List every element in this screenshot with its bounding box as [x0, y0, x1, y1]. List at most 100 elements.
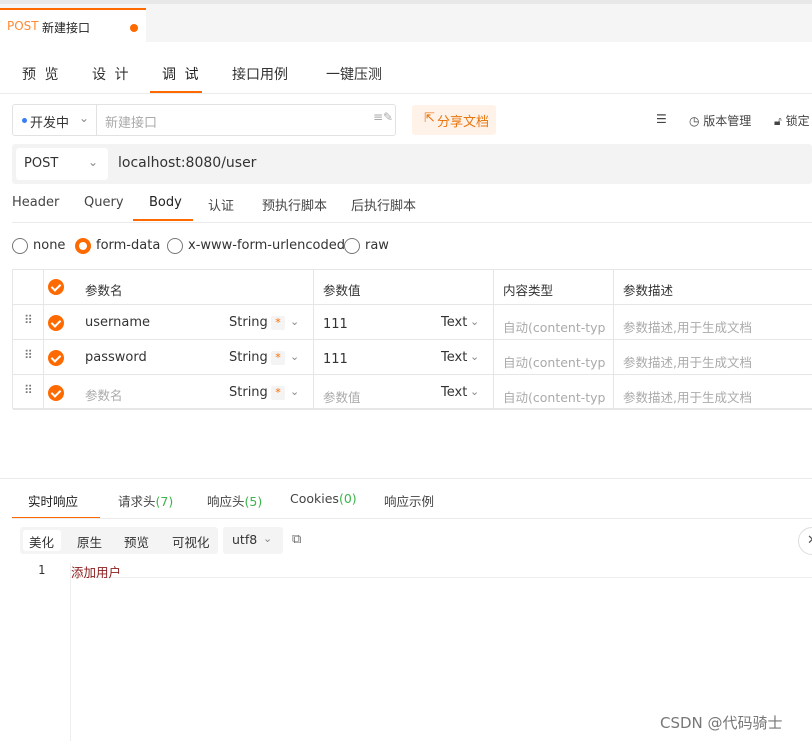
top-tab-bar: POST 新建接口 [0, 0, 812, 46]
divider [12, 518, 812, 519]
tab-preview[interactable]: 预 览 [22, 64, 60, 84]
tab-body[interactable]: Body [149, 195, 182, 210]
chevron-down-icon[interactable]: ⌄ [290, 350, 299, 363]
radio-label: none [33, 238, 66, 253]
close-button[interactable]: ✕ [798, 527, 812, 555]
radio-label: form-data [96, 238, 161, 253]
tab-request-headers[interactable]: 请求头(7) [118, 491, 173, 510]
tab-cookies[interactable]: Cookies(0) [290, 491, 357, 506]
view-raw[interactable]: 原生 [77, 532, 102, 551]
view-mode-segment: 美化 原生 预览 可视化 [20, 527, 218, 554]
radio-circle [12, 238, 28, 254]
params-table: 参数名 参数值 内容类型 参数描述 ⠿ username String * ⌄ … [12, 269, 812, 410]
tab-realtime-response[interactable]: 实时响应 [28, 491, 78, 510]
encoding-select[interactable]: utf8 ⌄ [223, 527, 283, 554]
request-tab[interactable]: POST 新建接口 [0, 8, 146, 46]
tab-response-example[interactable]: 响应示例 [384, 491, 434, 510]
method-select[interactable]: POST ⌄ [16, 148, 108, 180]
tab-test-cases[interactable]: 接口用例 [232, 64, 288, 84]
lock-label: 锁定 [785, 114, 810, 128]
required-toggle[interactable]: * [271, 386, 285, 400]
tab-label: Cookies [290, 491, 339, 506]
edit-list-icon[interactable]: ≡✎ [373, 110, 393, 124]
field-type-select[interactable]: Text [441, 315, 467, 330]
history-icon: ◷ [689, 114, 704, 128]
chevron-down-icon: ⌄ [263, 532, 273, 545]
table-header: 参数名 参数值 内容类型 参数描述 [13, 270, 812, 305]
tab-stress-test[interactable]: 一键压测 [326, 64, 382, 84]
lock-button[interactable]: 🔓︎ 锁定 [774, 112, 810, 129]
tab-pre-script[interactable]: 预执行脚本 [262, 195, 327, 214]
content-type-input[interactable]: 自动(content-typ [503, 352, 605, 371]
required-toggle[interactable]: * [271, 316, 285, 330]
radio-circle [75, 238, 91, 254]
row-checkbox[interactable] [48, 385, 64, 401]
param-name-input[interactable]: password [85, 350, 147, 365]
select-all-checkbox[interactable] [48, 279, 64, 295]
tab-auth[interactable]: 认证 [208, 195, 234, 214]
api-name-input[interactable]: 新建接口 [105, 112, 157, 131]
param-value-input[interactable]: 参数值 [323, 387, 361, 406]
row-checkbox[interactable] [48, 350, 64, 366]
view-beautify[interactable]: 美化 [29, 532, 54, 551]
table-row: ⠿ 参数名 String * ⌄ 参数值 Text ⌄ 自动(content-t… [13, 375, 812, 410]
count-badge: (5) [244, 494, 263, 509]
drag-handle-icon[interactable]: ⠿ [24, 383, 33, 397]
share-doc-label: 分享文档 [437, 115, 490, 130]
editor-border [70, 577, 812, 578]
env-select[interactable]: 开发中 ⌄ [13, 105, 97, 135]
drag-handle-icon[interactable]: ⠿ [24, 348, 33, 362]
field-type-select[interactable]: Text [441, 350, 467, 365]
param-type-select[interactable]: String [229, 315, 268, 330]
request-tab-method: POST [7, 19, 39, 33]
lock-icon: 🔓︎ [774, 114, 786, 128]
unsaved-dot-icon [130, 24, 138, 32]
tab-label: 响应头 [207, 494, 245, 509]
content-type-input[interactable]: 自动(content-typ [503, 387, 605, 406]
required-toggle[interactable]: * [271, 351, 285, 365]
tab-post-script[interactable]: 后执行脚本 [351, 195, 416, 214]
view-preview[interactable]: 预览 [124, 532, 149, 551]
param-name-input[interactable]: username [85, 315, 150, 330]
param-desc-input[interactable]: 参数描述,用于生成文档 [623, 387, 752, 406]
table-row: ⠿ username String * ⌄ 111 Text ⌄ 自动(cont… [13, 305, 812, 340]
param-desc-input[interactable]: 参数描述,用于生成文档 [623, 317, 752, 336]
param-value-input[interactable]: 111 [323, 317, 348, 332]
chevron-down-icon[interactable]: ⌄ [470, 350, 479, 363]
chevron-down-icon[interactable]: ⌄ [290, 385, 299, 398]
param-type-select[interactable]: String [229, 350, 268, 365]
drag-handle-icon[interactable]: ⠿ [24, 313, 33, 327]
url-input[interactable]: localhost:8080/user [118, 155, 256, 171]
share-icon: ⇱ [424, 111, 435, 126]
param-value-input[interactable]: 111 [323, 352, 348, 367]
chevron-down-icon: ⌄ [88, 155, 99, 169]
version-button[interactable]: ◷ 版本管理 [689, 112, 751, 129]
param-type-select[interactable]: String [229, 385, 268, 400]
chevron-down-icon[interactable]: ⌄ [470, 315, 479, 328]
param-desc-input[interactable]: 参数描述,用于生成文档 [623, 352, 752, 371]
chevron-down-icon[interactable]: ⌄ [470, 385, 479, 398]
row-checkbox[interactable] [48, 315, 64, 331]
editor-gutter [70, 563, 71, 741]
count-badge: (0) [338, 491, 357, 506]
tab-design[interactable]: 设 计 [92, 64, 130, 84]
chevron-down-icon: ⌄ [79, 111, 90, 125]
tab-response-headers[interactable]: 响应头(5) [207, 491, 262, 510]
param-name-input[interactable]: 参数名 [85, 385, 123, 404]
chevron-down-icon[interactable]: ⌄ [290, 315, 299, 328]
view-visualize[interactable]: 可视化 [172, 532, 210, 551]
env-name-bar: 开发中 ⌄ 新建接口 ≡✎ [12, 104, 396, 136]
radio-label: x-www-form-urlencoded [188, 238, 346, 253]
copy-icon[interactable]: ⧉ [292, 532, 301, 547]
col-param-value: 参数值 [323, 283, 361, 298]
table-row: ⠿ password String * ⌄ 111 Text ⌄ 自动(cont… [13, 340, 812, 375]
share-doc-button[interactable]: ⇱ 分享文档 [412, 105, 496, 135]
tab-debug[interactable]: 调 试 [162, 64, 200, 84]
count-badge: (7) [155, 494, 174, 509]
line-number: 1 [38, 563, 46, 577]
content-type-input[interactable]: 自动(content-typ [503, 317, 605, 336]
tab-header[interactable]: Header [12, 195, 59, 210]
tab-query[interactable]: Query [84, 195, 124, 210]
outline-icon[interactable]: ☰ [656, 112, 667, 126]
field-type-select[interactable]: Text [441, 385, 467, 400]
